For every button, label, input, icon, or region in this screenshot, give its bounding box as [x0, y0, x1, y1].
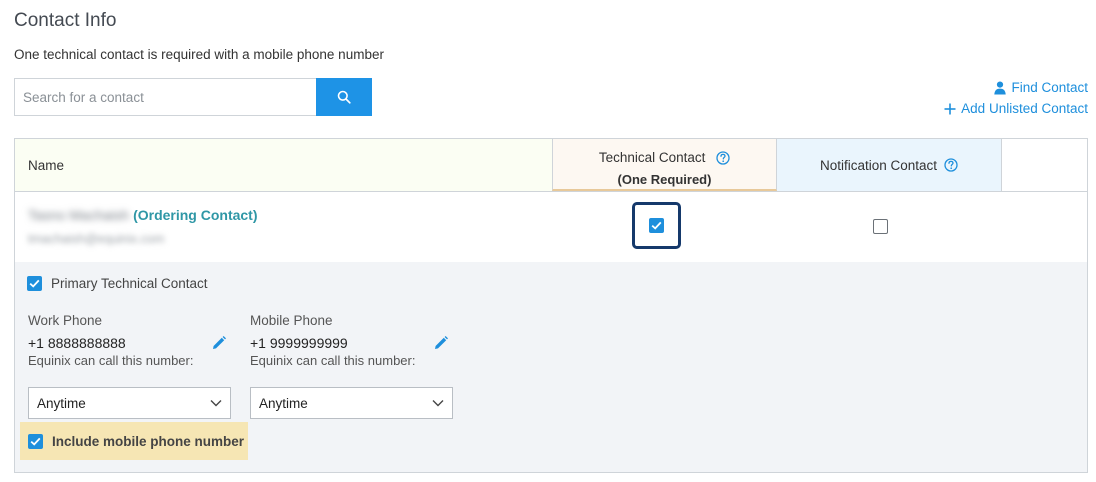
include-mobile-phone[interactable]: Include mobile phone number: [20, 422, 248, 460]
pencil-icon[interactable]: [434, 335, 448, 350]
primary-technical-contact[interactable]: Primary Technical Contact: [27, 276, 208, 291]
technical-contact-checkbox[interactable]: [649, 218, 664, 233]
chevron-down-icon: [210, 400, 222, 407]
search-input[interactable]: [14, 78, 316, 116]
mobile-phone-call-label: Equinix can call this number:: [250, 353, 416, 368]
work-phone-section: Work Phone +1 8888888888 Equinix can cal…: [28, 313, 233, 419]
search-icon: [337, 90, 351, 104]
mobile-phone-call-value: Anytime: [259, 395, 308, 411]
contacts-table: Name Technical Contact (One Required) No…: [14, 138, 1088, 473]
work-phone-number: +1 8888888888: [28, 334, 126, 351]
search-button[interactable]: [316, 78, 372, 116]
mobile-phone-label: Mobile Phone: [250, 313, 333, 328]
contact-email: tmachaish@equinix.com: [28, 232, 165, 246]
check-icon: [651, 221, 662, 230]
notification-contact-checkbox[interactable]: [873, 219, 888, 234]
contact-name: Tasno Machaish (Ordering Contact): [28, 207, 258, 223]
technical-header-required: (One Required): [617, 172, 712, 187]
check-icon: [29, 279, 40, 288]
page-subtitle: One technical contact is required with a…: [14, 47, 384, 62]
plus-icon: [944, 103, 956, 114]
technical-contact-focus: [632, 202, 681, 249]
find-contact-link[interactable]: Find Contact: [944, 77, 1088, 98]
mobile-phone-row: +1 9999999999: [250, 332, 448, 353]
person-icon: [994, 81, 1007, 94]
contact-search: [14, 78, 372, 116]
column-header-name: Name: [15, 139, 552, 191]
contact-links: Find Contact Add Unlisted Contact: [944, 77, 1088, 119]
work-phone-call-value: Anytime: [37, 395, 86, 411]
work-phone-label: Work Phone: [28, 313, 103, 328]
pencil-icon[interactable]: [212, 335, 226, 350]
mobile-phone-section: Mobile Phone +1 9999999999 Equinix can c…: [250, 313, 455, 419]
primary-technical-checkbox[interactable]: [27, 276, 42, 291]
notification-header-label: Notification Contact: [819, 157, 938, 173]
technical-contact-details: Primary Technical Contact Work Phone +1 …: [15, 262, 1087, 472]
work-phone-call-label: Equinix can call this number:: [28, 353, 194, 368]
check-icon: [30, 437, 41, 446]
include-mobile-label: Include mobile phone number: [52, 433, 245, 449]
include-mobile-checkbox[interactable]: [28, 433, 43, 449]
mobile-phone-number: +1 9999999999: [250, 334, 348, 351]
work-phone-row: +1 8888888888: [28, 332, 233, 353]
chevron-down-icon: [432, 400, 444, 407]
primary-technical-label: Primary Technical Contact: [51, 276, 208, 291]
technical-header-label: Technical Contact: [598, 150, 706, 165]
table-header: Name Technical Contact (One Required) No…: [15, 139, 1087, 192]
work-phone-call-select[interactable]: Anytime: [28, 387, 231, 419]
help-icon[interactable]: [944, 158, 958, 172]
ordering-contact-tag: (Ordering Contact): [133, 207, 258, 223]
find-contact-label: Find Contact: [1011, 80, 1088, 95]
add-unlisted-contact-link[interactable]: Add Unlisted Contact: [944, 98, 1088, 119]
page-title: Contact Info: [14, 10, 117, 31]
contact-name-text: Tasno Machaish: [28, 207, 130, 223]
column-header-notification: Notification Contact: [777, 139, 1002, 191]
mobile-phone-call-select[interactable]: Anytime: [250, 387, 453, 419]
add-unlisted-contact-label: Add Unlisted Contact: [961, 101, 1088, 116]
table-row: Tasno Machaish (Ordering Contact) tmacha…: [15, 192, 1087, 262]
help-icon[interactable]: [716, 151, 730, 166]
column-header-technical: Technical Contact (One Required): [552, 139, 777, 191]
